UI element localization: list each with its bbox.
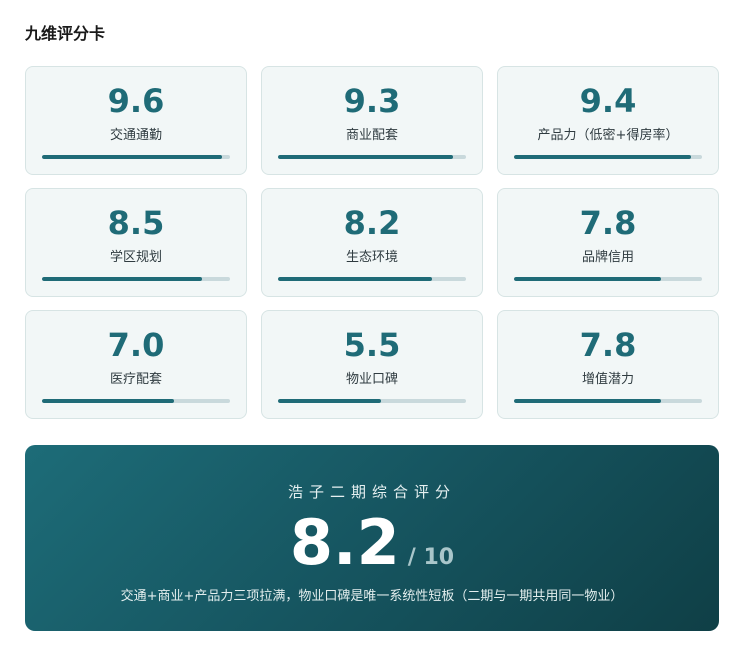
overall-score-note: 交通+商业+产品力三项拉满，物业口碑是唯一系统性短板（二期与一期共用同一物业） (120, 589, 624, 604)
progress-bar (514, 277, 702, 281)
score-card-medical: 7.0 医疗配套 (25, 310, 247, 419)
progress-bar (42, 277, 230, 281)
score-card-ecology: 8.2 生态环境 (261, 188, 483, 297)
overall-score-max: / 10 (407, 545, 455, 570)
score-card-brand: 7.8 品牌信用 (497, 188, 719, 297)
page-title: 九维评分卡 (25, 24, 106, 43)
progress-fill (42, 155, 223, 159)
progress-fill (514, 277, 661, 281)
score-label: 增值潜力 (581, 372, 634, 387)
score-value: 8.2 (343, 204, 401, 242)
progress-fill (42, 399, 174, 403)
progress-bar (278, 155, 466, 159)
progress-fill (278, 277, 433, 281)
score-label: 商业配套 (345, 128, 398, 143)
score-label: 品牌信用 (581, 250, 634, 265)
score-label: 生态环境 (345, 250, 398, 265)
score-card-commerce: 9.3 商业配套 (261, 66, 483, 175)
score-card-school: 8.5 学区规划 (25, 188, 247, 297)
score-value: 8.5 (107, 204, 165, 242)
progress-bar (514, 399, 702, 403)
progress-fill (278, 155, 453, 159)
overall-score-heading: 浩子二期综合评分 (287, 483, 456, 501)
overall-score-panel: 浩子二期综合评分 8.2 / 10 交通+商业+产品力三项拉满，物业口碑是唯一系统… (25, 445, 719, 631)
overall-score-value: 8.2 (289, 506, 400, 579)
score-label: 物业口碑 (345, 372, 398, 387)
progress-fill (514, 155, 691, 159)
progress-bar (42, 399, 230, 403)
score-value: 9.6 (107, 82, 165, 120)
score-label: 产品力（低密+得房率） (537, 128, 679, 143)
score-value: 5.5 (343, 326, 401, 364)
score-value: 7.8 (579, 326, 637, 364)
score-value: 7.8 (579, 204, 637, 242)
progress-bar (42, 155, 230, 159)
score-label: 医疗配套 (109, 372, 162, 387)
score-card-commute: 9.6 交通通勤 (25, 66, 247, 175)
progress-bar (278, 277, 466, 281)
score-card-property-management: 5.5 物业口碑 (261, 310, 483, 419)
progress-fill (42, 277, 202, 281)
score-value: 7.0 (107, 326, 165, 364)
score-value: 9.4 (579, 82, 637, 120)
score-label: 交通通勤 (109, 128, 162, 143)
progress-bar (514, 155, 702, 159)
progress-fill (278, 399, 382, 403)
progress-fill (514, 399, 661, 403)
score-value: 9.3 (343, 82, 401, 120)
score-card-appreciation: 7.8 增值潜力 (497, 310, 719, 419)
overall-score-row: 8.2 / 10 (25, 505, 719, 581)
progress-bar (278, 399, 466, 403)
score-card-grid: 9.6 交通通勤 9.3 商业配套 9.4 产品力（低密+得房率） 8.5 学区… (25, 66, 719, 419)
score-card-product: 9.4 产品力（低密+得房率） (497, 66, 719, 175)
score-label: 学区规划 (109, 250, 162, 265)
